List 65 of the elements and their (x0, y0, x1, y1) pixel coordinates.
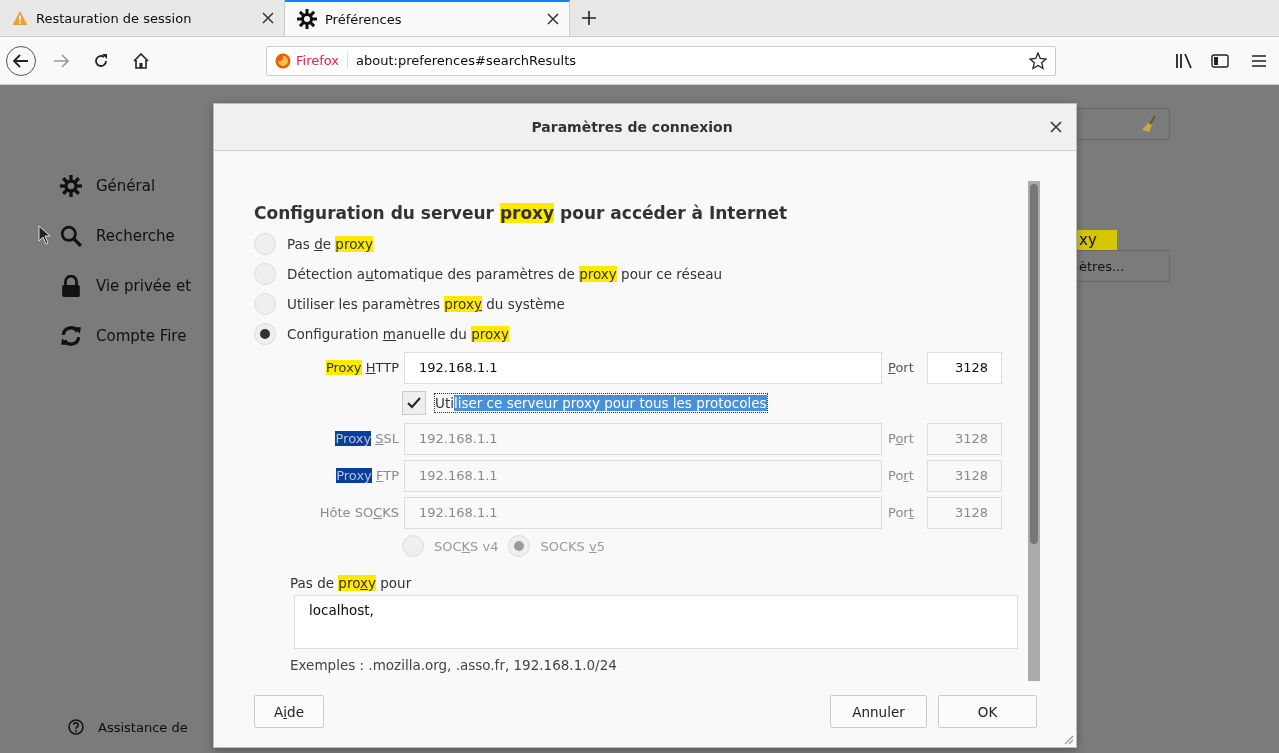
port-field[interactable]: 3128 (927, 351, 1002, 384)
plus-icon[interactable] (582, 11, 596, 25)
radio-button[interactable] (254, 323, 276, 345)
dialog-button[interactable]: Aide (254, 695, 324, 728)
library-icon[interactable] (1175, 52, 1193, 69)
star-icon[interactable] (1029, 51, 1047, 70)
hint-text: Exemples : .mozilla.org, .asso.fr, 192.168.1.0/24 (290, 657, 618, 673)
close-icon[interactable] (1050, 121, 1062, 133)
browser-tab[interactable]: Préférences (285, 0, 570, 36)
sync-icon (60, 325, 82, 347)
field-label: Pas de proxy pour (290, 575, 413, 591)
menu-icon[interactable] (1251, 53, 1267, 68)
port-label: Port (887, 468, 915, 483)
section-heading: Configuration du serveur proxy pour accéder à Internet (254, 203, 789, 223)
address-bar[interactable]: Firefox about:preferences#searchResults (266, 45, 1056, 76)
dialog-button[interactable]: Annuler (830, 695, 927, 728)
sidebar-item[interactable]: Compte Fire (60, 325, 213, 347)
forward-arrow-icon[interactable] (53, 53, 69, 68)
radio-button[interactable] (254, 293, 276, 315)
firefox-logo-icon (275, 52, 291, 69)
url-text: about:preferences#searchResults (356, 53, 578, 68)
sidebar-item[interactable]: Vie privée et (60, 275, 213, 297)
close-icon (262, 12, 274, 24)
port-label: Port (887, 431, 915, 446)
field-label: Proxy SSL (334, 431, 400, 446)
host-field[interactable]: 192.168.1.1 (404, 351, 882, 384)
site-identity: Firefox (296, 53, 340, 68)
dialog-title: Paramètres de connexion (530, 119, 734, 135)
sidebar-icon[interactable] (1211, 52, 1229, 69)
checkmark-icon (407, 397, 421, 409)
sidebar-item[interactable]: Général (60, 175, 213, 197)
lock-icon (60, 275, 82, 297)
radio-label: Configuration manuelle du proxy (287, 326, 509, 342)
mouse-cursor-icon (38, 225, 52, 245)
warning-icon (12, 10, 28, 26)
checkbox-label: Utiliser ce serveur proxy pour tous les protocoles (434, 393, 768, 413)
search-match-text: xy (1077, 230, 1117, 250)
gear-icon (297, 9, 317, 29)
radio-button[interactable] (254, 263, 276, 285)
field-label: Hôte SOCKS (318, 505, 400, 520)
search-icon (60, 225, 82, 247)
scrollbar[interactable] (1028, 181, 1040, 681)
checkbox[interactable] (402, 391, 426, 415)
reload-icon[interactable] (93, 52, 109, 69)
port-label: Port (887, 360, 915, 375)
field-label: Proxy HTTP (324, 360, 400, 375)
radio-label: Détection automatique des paramètres de proxy pour ce réseau (287, 266, 723, 282)
no-proxy-field[interactable]: localhost, (294, 595, 1018, 649)
radio-button[interactable] (254, 233, 276, 255)
help-icon (68, 719, 84, 735)
field-label: Proxy FTP (335, 468, 400, 483)
radio-label: SOCKS v4 (434, 538, 499, 554)
sidebar-item[interactable]: Recherche (60, 225, 213, 247)
gear-icon (60, 175, 82, 197)
dialog-button[interactable]: OK (938, 695, 1037, 728)
close-icon (547, 13, 559, 25)
broom-icon (1141, 115, 1157, 133)
radio-label: Pas de proxy (287, 236, 373, 252)
support-link[interactable]: Assistance de (68, 719, 188, 735)
radio-label: SOCKS v5 (540, 538, 605, 554)
port-label: Port (887, 505, 915, 520)
resize-grip-icon (1062, 733, 1074, 745)
radio-label: Utiliser les paramètres proxy du système (287, 296, 565, 312)
back-arrow-icon (13, 53, 29, 68)
home-icon[interactable] (133, 52, 149, 69)
